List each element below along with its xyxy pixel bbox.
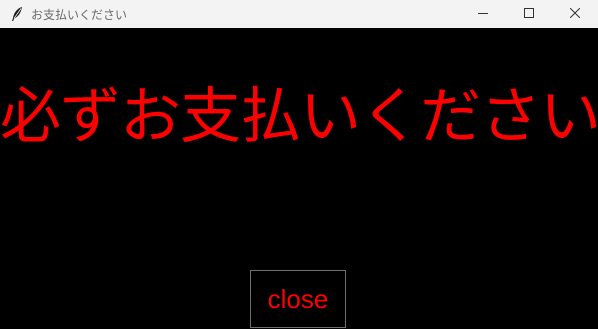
content-area: 必ずお支払いください close bbox=[0, 28, 598, 329]
app-window: お支払いください 必ずお支払いください close bbox=[0, 0, 598, 329]
close-button[interactable]: close bbox=[250, 270, 346, 328]
window-controls bbox=[460, 0, 598, 28]
feather-icon bbox=[9, 6, 25, 22]
close-icon bbox=[569, 5, 581, 23]
window-title: お支払いください bbox=[31, 7, 128, 22]
minimize-button[interactable] bbox=[460, 0, 506, 28]
maximize-button[interactable] bbox=[506, 0, 552, 28]
maximize-icon bbox=[524, 5, 534, 23]
minimize-icon bbox=[478, 5, 488, 23]
title-bar[interactable]: お支払いください bbox=[0, 0, 598, 28]
payment-message: 必ずお支払いください bbox=[0, 81, 598, 152]
close-window-button[interactable] bbox=[552, 0, 598, 28]
